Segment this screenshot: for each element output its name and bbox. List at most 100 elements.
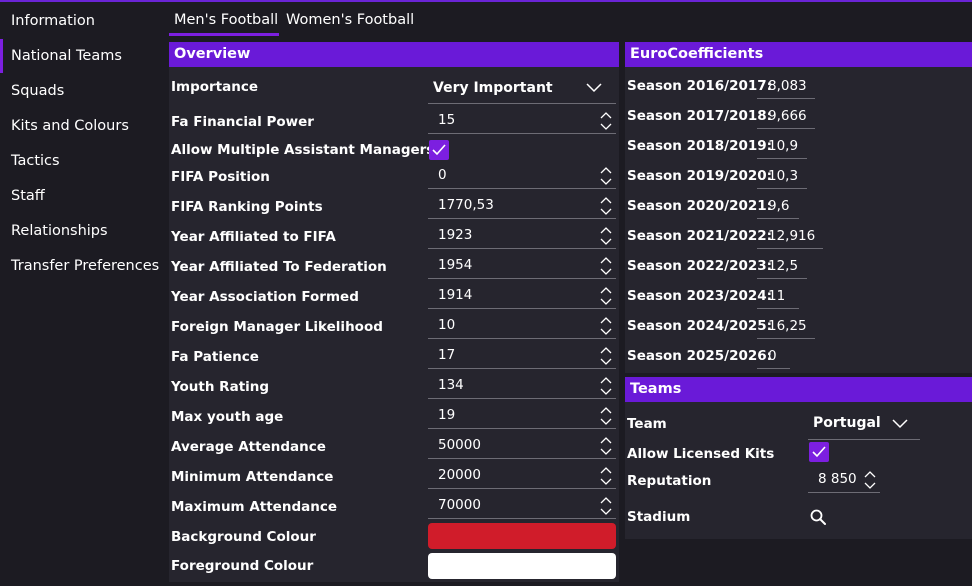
stepper-icon[interactable] <box>600 436 612 456</box>
check-icon <box>812 446 826 458</box>
year-association-formed-input[interactable]: 1914 <box>428 282 616 309</box>
fa-financial-power-value: 15 <box>438 112 456 128</box>
season-value-input[interactable]: 9,666 <box>757 103 815 129</box>
season-value-input[interactable]: 10,9 <box>757 133 807 159</box>
sidebar-item-information[interactable]: Information <box>0 4 162 38</box>
max-youth-age-row: Max youth age 19 <box>169 402 619 432</box>
foreground-colour-swatch[interactable] <box>428 553 616 579</box>
check-icon <box>432 144 446 156</box>
team-dropdown[interactable]: Portugal <box>808 407 920 440</box>
search-icon[interactable] <box>810 509 826 525</box>
sidebar-item-staff[interactable]: Staff <box>0 179 162 213</box>
season-label: Season 2020/2021: <box>627 198 773 214</box>
importance-dropdown[interactable]: Very Important <box>428 72 616 104</box>
sidebar-item-squads[interactable]: Squads <box>0 74 162 108</box>
season-row: Season 2022/2023: 12,5 <box>625 251 971 281</box>
fifa-ranking-points-input[interactable]: 1770,53 <box>428 192 616 219</box>
season-value-input[interactable]: 0 <box>757 343 790 369</box>
stepper-icon[interactable] <box>600 466 612 486</box>
year-affiliated-fifa-input[interactable]: 1923 <box>428 222 616 249</box>
foreign-manager-likelihood-input[interactable]: 10 <box>428 312 616 339</box>
max-youth-age-value: 19 <box>438 407 456 423</box>
fifa-position-input[interactable]: 0 <box>428 162 616 189</box>
minimum-attendance-label: Minimum Attendance <box>171 469 334 485</box>
allow-licensed-kits-checkbox[interactable] <box>809 442 829 462</box>
season-label: Season 2019/2020: <box>627 168 773 184</box>
season-label: Season 2022/2023: <box>627 258 773 274</box>
stepper-icon[interactable] <box>600 316 612 336</box>
season-value-input[interactable]: 12,5 <box>757 253 807 279</box>
season-value-input[interactable]: 9,6 <box>757 193 799 219</box>
team-label: Team <box>627 416 667 432</box>
importance-value: Very Important <box>433 80 553 96</box>
eurocoefficients-panel: EuroCoefficients Season 2016/2017: 8,083… <box>625 42 972 373</box>
season-value-input[interactable]: 8,083 <box>757 73 815 99</box>
max-youth-age-input[interactable]: 19 <box>428 402 616 429</box>
youth-rating-row: Youth Rating 134 <box>169 372 619 402</box>
sidebar-item-kits-and-colours[interactable]: Kits and Colours <box>0 109 162 143</box>
season-row: Season 2017/2018: 9,666 <box>625 101 971 131</box>
fa-patience-input[interactable]: 17 <box>428 342 616 369</box>
sidebar-item-national-teams[interactable]: National Teams <box>0 39 162 73</box>
team-value: Portugal <box>813 415 881 431</box>
stepper-icon[interactable] <box>600 406 612 426</box>
season-value-input[interactable]: 16,25 <box>757 313 815 339</box>
year-affiliated-federation-value: 1954 <box>438 257 473 273</box>
stepper-icon[interactable] <box>600 496 612 516</box>
season-label: Season 2023/2024: <box>627 288 773 304</box>
season-value-input[interactable]: 10,3 <box>757 163 807 189</box>
season-label: Season 2018/2019: <box>627 138 773 154</box>
sidebar-item-transfer-preferences[interactable]: Transfer Preferences <box>0 249 162 283</box>
season-row: Season 2018/2019: 10,9 <box>625 131 971 161</box>
season-row: Season 2019/2020: 10,3 <box>625 161 971 191</box>
fa-financial-power-row: Fa Financial Power 15 <box>169 107 619 137</box>
stepper-icon[interactable] <box>600 196 612 216</box>
fa-financial-power-input[interactable]: 15 <box>428 107 616 134</box>
fa-financial-power-label: Fa Financial Power <box>171 114 314 130</box>
stepper-icon[interactable] <box>864 470 876 490</box>
background-colour-swatch[interactable] <box>428 523 616 549</box>
sidebar-item-relationships[interactable]: Relationships <box>0 214 162 248</box>
average-attendance-input[interactable]: 50000 <box>428 432 616 459</box>
team-row: Team Portugal <box>625 407 972 441</box>
overview-header: Overview <box>169 42 619 67</box>
stepper-icon[interactable] <box>600 256 612 276</box>
importance-row: Importance Very Important <box>169 72 619 104</box>
stadium-row: Stadium <box>625 502 972 532</box>
average-attendance-row: Average Attendance 50000 <box>169 432 619 462</box>
tab-mens-football[interactable]: Men's Football <box>169 4 279 36</box>
reputation-value: 8 850 <box>818 471 857 487</box>
year-affiliated-fifa-row: Year Affiliated to FIFA 1923 <box>169 222 619 252</box>
stepper-icon[interactable] <box>600 286 612 306</box>
youth-rating-label: Youth Rating <box>171 379 270 395</box>
year-affiliated-fifa-label: Year Affiliated to FIFA <box>171 229 336 245</box>
max-youth-age-label: Max youth age <box>171 409 284 425</box>
teams-header: Teams <box>625 377 972 402</box>
stepper-icon[interactable] <box>600 166 612 186</box>
tab-womens-football[interactable]: Women's Football <box>286 4 426 36</box>
season-value-input[interactable]: 11 <box>757 283 799 309</box>
youth-rating-input[interactable]: 134 <box>428 372 616 399</box>
stepper-icon[interactable] <box>600 111 612 131</box>
stepper-icon[interactable] <box>600 346 612 366</box>
reputation-input[interactable]: 8 850 <box>808 466 880 493</box>
year-affiliated-fifa-value: 1923 <box>438 227 473 243</box>
sidebar-item-tactics[interactable]: Tactics <box>0 144 162 178</box>
maximum-attendance-row: Maximum Attendance 70000 <box>169 492 619 522</box>
season-label: Season 2017/2018: <box>627 108 773 124</box>
maximum-attendance-input[interactable]: 70000 <box>428 492 616 519</box>
season-row: Season 2025/2026: 0 <box>625 341 971 371</box>
season-label: Season 2025/2026: <box>627 348 773 364</box>
minimum-attendance-input[interactable]: 20000 <box>428 462 616 489</box>
season-value-input[interactable]: 12,916 <box>757 223 823 249</box>
year-affiliated-federation-input[interactable]: 1954 <box>428 252 616 279</box>
season-label: Season 2024/2025: <box>627 318 773 334</box>
stepper-icon[interactable] <box>600 376 612 396</box>
fa-patience-value: 17 <box>438 347 456 363</box>
allow-multiple-assistant-managers-checkbox[interactable] <box>429 140 449 160</box>
average-attendance-value: 50000 <box>438 437 481 453</box>
chevron-down-icon <box>892 419 908 429</box>
stepper-icon[interactable] <box>600 226 612 246</box>
fifa-position-label: FIFA Position <box>171 169 270 185</box>
season-row: Season 2023/2024: 11 <box>625 281 971 311</box>
